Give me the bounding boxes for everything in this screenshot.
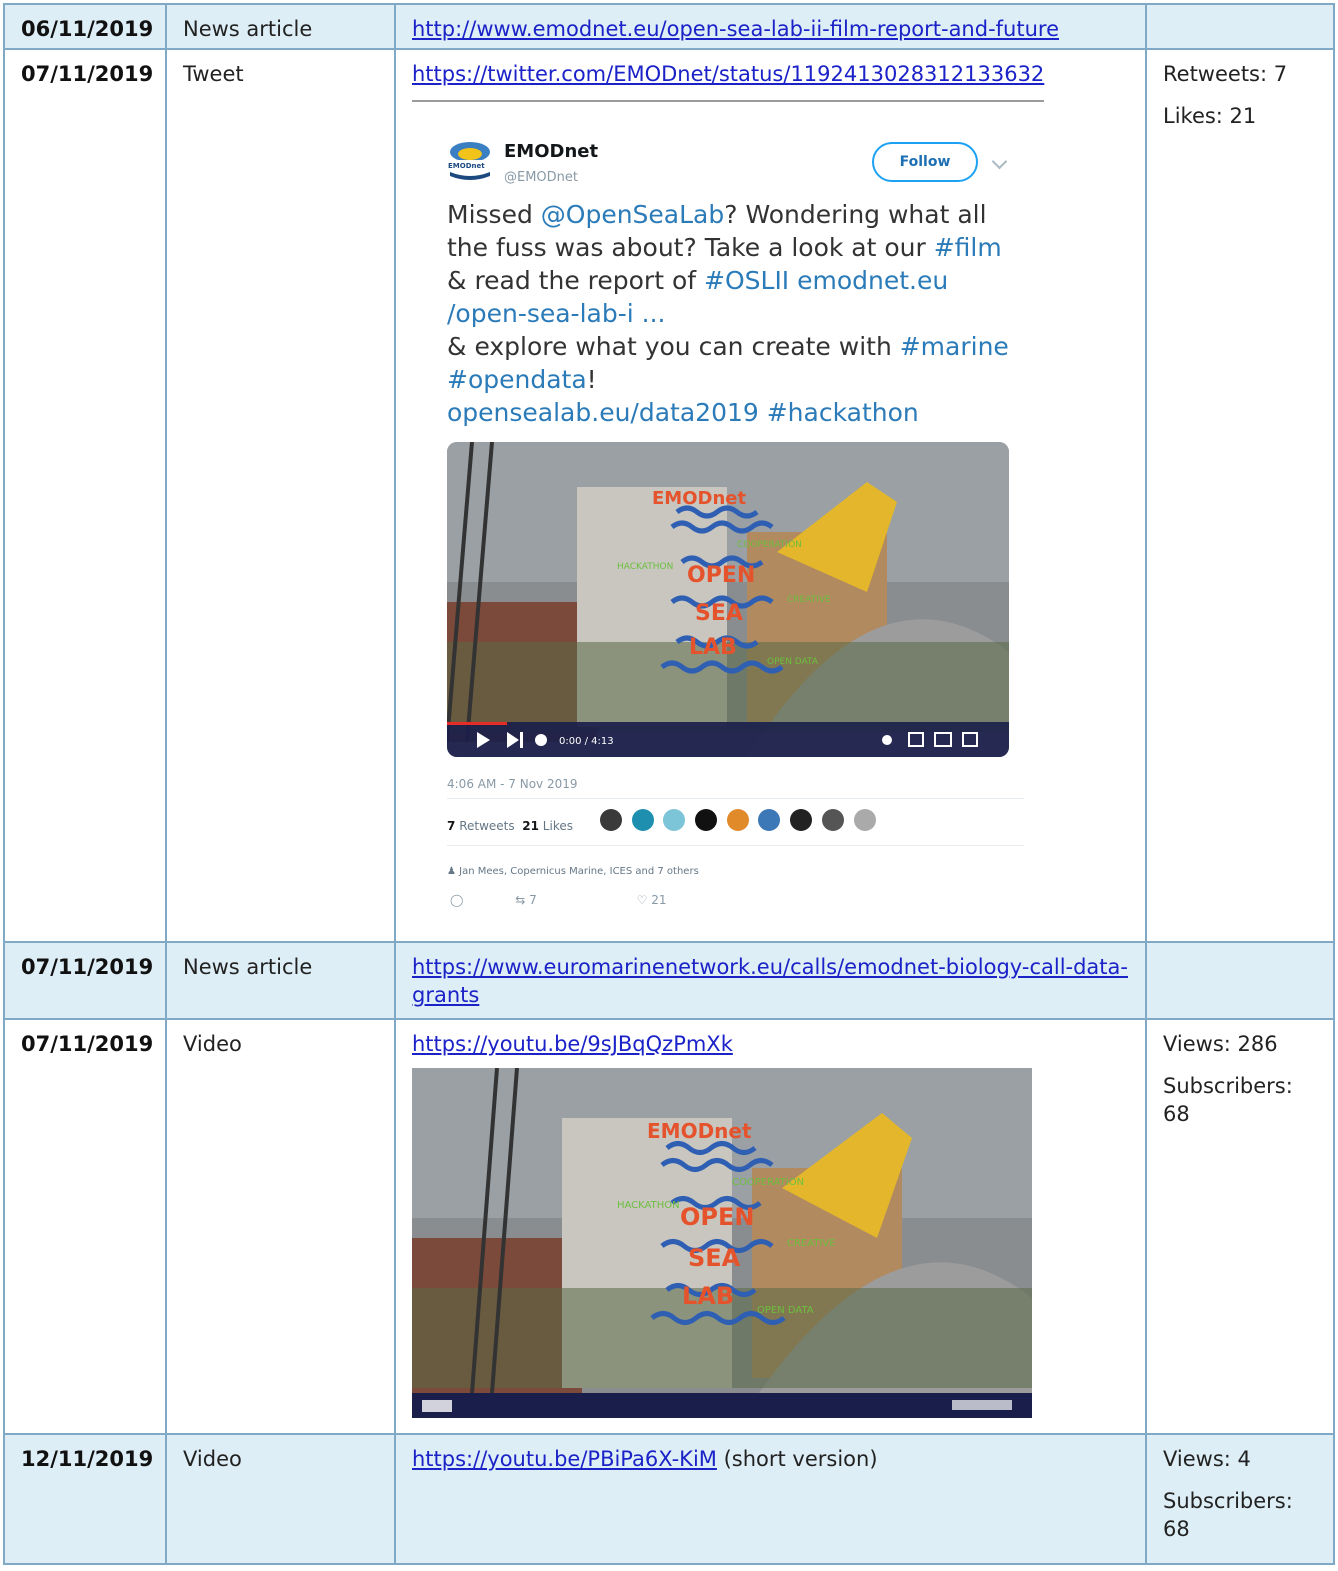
metrics-cell xyxy=(1145,941,1335,1020)
video-brand: EMODnet xyxy=(652,488,746,509)
video-word: OPEN DATA xyxy=(757,1305,814,1316)
avatar[interactable] xyxy=(600,809,622,831)
tweet-embed: EMODnet EMODnet @EMODnet Follow Missed @… xyxy=(412,100,1044,910)
subscribers-metric: Subscribers: 68 xyxy=(1163,1074,1293,1126)
tweet-author-handle[interactable]: @EMODnet xyxy=(504,164,578,192)
article-link[interactable]: http://www.emodnet.eu/open-sea-lab-ii-fi… xyxy=(412,17,1059,41)
liked-by-text[interactable]: ♟ Jan Mees, Copernicus Marine, ICES and … xyxy=(447,858,699,886)
table-row: 12/11/2019 Video https://youtu.be/PBiPa6… xyxy=(3,1433,1335,1565)
video-link[interactable]: https://youtu.be/PBiPa6X-KiM xyxy=(412,1447,717,1471)
type-cell: Video xyxy=(165,1433,396,1565)
video-word: CREATIVE xyxy=(787,1238,836,1249)
table-row: 07/11/2019 News article https://www.euro… xyxy=(3,941,1335,1020)
article-link[interactable]: https://www.euromarinenetwork.eu/calls/e… xyxy=(412,955,1128,1007)
video-word: COOPERATION xyxy=(737,540,802,550)
video-word: HACKATHON xyxy=(617,562,673,572)
date-cell: 07/11/2019 xyxy=(3,48,167,943)
date-cell: 06/11/2019 xyxy=(3,3,167,50)
avatar[interactable] xyxy=(631,809,654,831)
metrics-cell: Views: 286 Subscribers: 68 xyxy=(1145,1018,1335,1435)
link-cell: https://twitter.com/EMODnet/status/11924… xyxy=(394,48,1147,943)
video-lab: LAB xyxy=(689,635,737,660)
video-word: HACKATHON xyxy=(617,1200,680,1211)
video-thumbnail[interactable]: EMODnet OPEN SEA LAB COOPERATION HACKATH… xyxy=(447,442,1009,757)
likes-metric: Likes: 21 xyxy=(1163,104,1257,128)
avatar[interactable] xyxy=(790,809,813,831)
tweet-counts[interactable]: 7 Retweets 21 Likes xyxy=(447,812,573,840)
tweet-timestamp[interactable]: 4:06 AM - 7 Nov 2019 xyxy=(447,770,578,798)
divider xyxy=(412,100,1044,102)
type-cell: News article xyxy=(165,941,396,1020)
video-word: CREATIVE xyxy=(787,595,831,605)
avatar[interactable] xyxy=(726,809,749,831)
video-timecode: 0:00 / 4:13 xyxy=(559,736,614,747)
tweet-actions: ◯ ⇆ 7 ♡ 21 xyxy=(450,886,762,910)
views-metric: Views: 4 xyxy=(1163,1447,1251,1471)
avatar[interactable] xyxy=(695,809,718,831)
video-open: OPEN xyxy=(687,563,755,588)
video-sea: SEA xyxy=(695,601,743,626)
type-cell: Tweet xyxy=(165,48,396,943)
divider xyxy=(447,798,1024,799)
tweet-link[interactable]: https://twitter.com/EMODnet/status/11924… xyxy=(412,62,1044,86)
video-link[interactable]: https://youtu.be/9sJBqQzPmXk xyxy=(412,1032,733,1056)
subscribers-metric: Subscribers: 68 xyxy=(1163,1489,1293,1541)
metrics-cell: Views: 4 Subscribers: 68 xyxy=(1145,1433,1335,1565)
video-thumbnail[interactable]: EMODnet OPEN SEA LAB COOPERATION HACKATH… xyxy=(412,1067,1032,1418)
link-cell: http://www.emodnet.eu/open-sea-lab-ii-fi… xyxy=(394,3,1147,50)
video-open: OPEN xyxy=(680,1203,754,1231)
link-cell: https://youtu.be/PBiPa6X-KiM (short vers… xyxy=(394,1433,1147,1565)
avatar[interactable] xyxy=(853,809,876,831)
mention-link[interactable]: @OpenSeaLab xyxy=(541,200,724,229)
table-row: 07/11/2019 Video https://youtu.be/9sJBqQ… xyxy=(3,1018,1335,1435)
emodnet-logo: EMODnet xyxy=(447,142,493,180)
liker-avatars[interactable] xyxy=(600,805,879,835)
table-row: 07/11/2019 Tweet https://twitter.com/EMO… xyxy=(3,48,1335,943)
video-word: COOPERATION xyxy=(732,1177,804,1188)
divider xyxy=(447,845,1024,846)
retweet-icon[interactable]: ⇆ 7 xyxy=(515,893,585,907)
like-icon[interactable]: ♡ 21 xyxy=(637,893,715,907)
logo-text: EMODnet xyxy=(448,162,485,170)
social-media-table: 06/11/2019 News article http://www.emodn… xyxy=(3,3,1335,1565)
date-cell: 12/11/2019 xyxy=(3,1433,167,1565)
link-note: (short version) xyxy=(716,1447,878,1471)
link-cell: https://www.euromarinenetwork.eu/calls/e… xyxy=(394,941,1147,1020)
video-brand: EMODnet xyxy=(647,1119,752,1143)
metrics-cell: Retweets: 7 Likes: 21 xyxy=(1145,48,1335,943)
type-cell: News article xyxy=(165,3,396,50)
date-cell: 07/11/2019 xyxy=(3,1018,167,1435)
hashtag-link[interactable]: #marine xyxy=(900,332,1009,361)
video-lab: LAB xyxy=(682,1282,734,1310)
date-cell: 07/11/2019 xyxy=(3,941,167,1020)
hashtag-link[interactable]: #film xyxy=(934,233,1002,262)
type-cell: Video xyxy=(165,1018,396,1435)
hashtag-link[interactable]: #OSLII xyxy=(704,266,789,295)
metrics-cell xyxy=(1145,3,1335,50)
avatar[interactable] xyxy=(663,809,686,831)
retweets-metric: Retweets: 7 xyxy=(1163,62,1288,86)
follow-button[interactable]: Follow xyxy=(872,142,978,182)
link-cell: https://youtu.be/9sJBqQzPmXk EMODnet OPE… xyxy=(394,1018,1147,1435)
avatar[interactable] xyxy=(758,809,781,831)
avatar[interactable] xyxy=(821,809,844,831)
chevron-down-icon[interactable] xyxy=(991,153,1008,170)
table-row: 06/11/2019 News article http://www.emodn… xyxy=(3,3,1335,50)
video-sea: SEA xyxy=(688,1244,741,1272)
url-link[interactable]: opensealab.eu/data2019 xyxy=(447,398,759,427)
tweet-text: Missed @OpenSeaLab? Wondering what all t… xyxy=(447,200,1009,427)
hashtag-link[interactable]: #opendata xyxy=(447,365,587,394)
views-metric: Views: 286 xyxy=(1163,1032,1278,1056)
video-word: OPEN DATA xyxy=(767,657,819,667)
tweet-author-name[interactable]: EMODnet xyxy=(504,138,598,166)
reply-icon[interactable]: ◯ xyxy=(450,893,463,907)
hashtag-link[interactable]: #hackathon xyxy=(759,398,919,427)
